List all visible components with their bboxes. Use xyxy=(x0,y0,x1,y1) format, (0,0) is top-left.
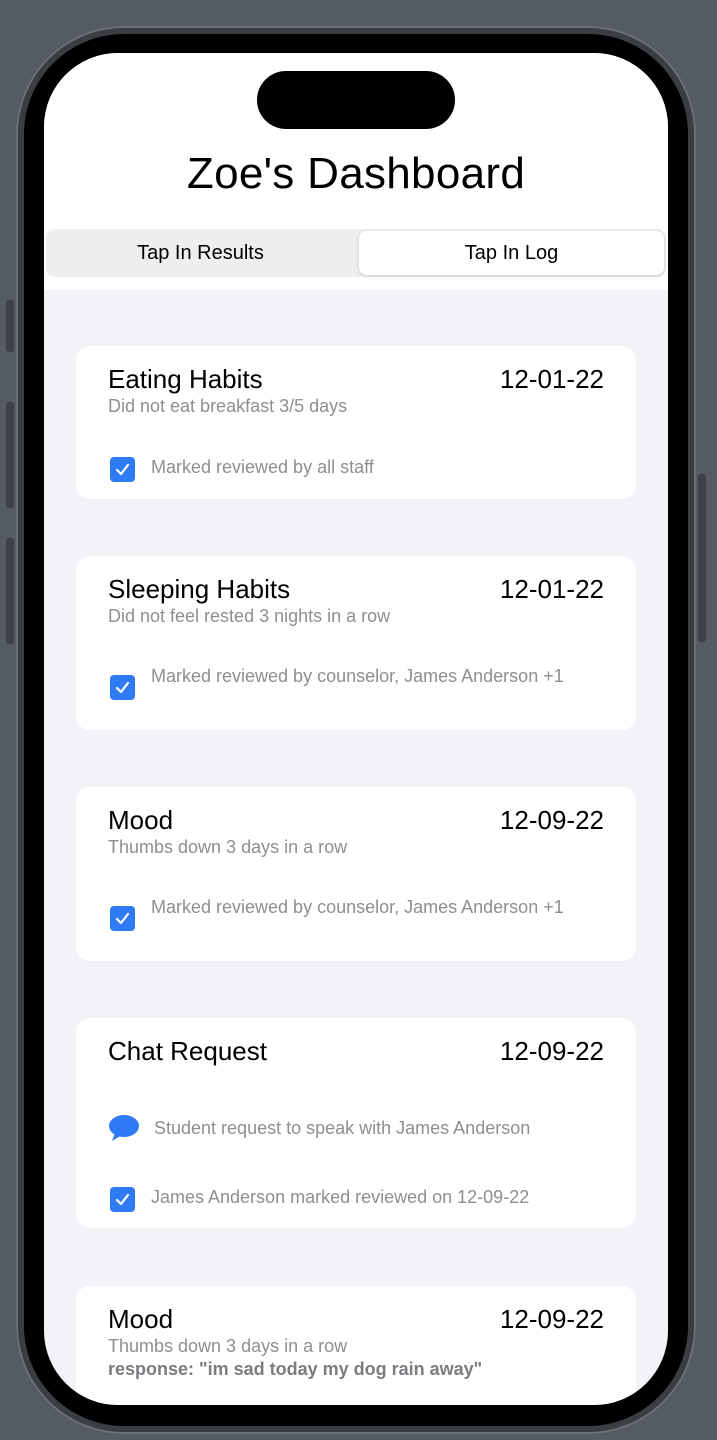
card-date: 12-01-22 xyxy=(499,574,604,604)
checkbox-checked-icon[interactable] xyxy=(110,457,135,482)
checkbox-checked-icon[interactable] xyxy=(110,1187,135,1212)
segmented-control: Tap In Results Tap In Log xyxy=(46,229,666,277)
card-subtitle: Thumbs down 3 days in a row xyxy=(108,837,348,857)
power-button xyxy=(698,474,706,642)
checkbox-checked-icon[interactable] xyxy=(110,675,135,700)
log-card[interactable]: Eating Habits 12-01-22 Did not eat break… xyxy=(76,346,636,499)
card-subtitle: Did not feel rested 3 nights in a row xyxy=(108,606,391,626)
log-card[interactable]: Sleeping Habits 12-01-22 Did not feel re… xyxy=(76,556,636,730)
checkbox-checked-icon[interactable] xyxy=(110,906,135,931)
log-card[interactable]: Mood 12-09-22 Thumbs down 3 days in a ro… xyxy=(76,1286,636,1405)
card-subtitle: Did not eat breakfast 3/5 days xyxy=(108,396,348,416)
student-response: response: "im sad today my dog rain away… xyxy=(108,1359,483,1379)
chat-request-card[interactable]: Chat Request 12-09-22 Student request to… xyxy=(76,1018,636,1228)
card-title: Mood xyxy=(108,1304,174,1334)
chat-row: Student request to speak with James Ande… xyxy=(108,1114,608,1142)
review-row: James Anderson marked reviewed on 12-09-… xyxy=(108,1185,608,1212)
card-date: 12-09-22 xyxy=(499,1304,604,1334)
tab-tap-in-results[interactable]: Tap In Results xyxy=(48,231,353,275)
review-row: Marked reviewed by all staff xyxy=(108,455,608,482)
log-card[interactable]: Mood 12-09-22 Thumbs down 3 days in a ro… xyxy=(76,787,636,961)
chat-request-text: Student request to speak with James Ande… xyxy=(154,1118,531,1138)
volume-up-button xyxy=(6,402,14,508)
tab-tap-in-log[interactable]: Tap In Log xyxy=(359,231,664,275)
card-title: Mood xyxy=(108,805,174,835)
review-text: Marked reviewed by counselor, James Ande… xyxy=(151,897,564,917)
screen: Zoe's Dashboard Tap In Results Tap In Lo… xyxy=(44,53,668,1405)
review-text: Marked reviewed by counselor, James Ande… xyxy=(151,666,564,686)
card-date: 12-09-22 xyxy=(499,1036,604,1066)
volume-down-button xyxy=(6,538,14,644)
card-subtitle: Thumbs down 3 days in a row xyxy=(108,1336,348,1356)
review-row: Marked reviewed by counselor, James Ande… xyxy=(108,895,608,931)
mute-switch xyxy=(6,300,14,352)
review-text: Marked reviewed by all staff xyxy=(151,457,374,477)
card-date: 12-09-22 xyxy=(499,805,604,835)
chat-bubble-icon xyxy=(109,1115,139,1141)
card-date: 12-01-22 xyxy=(499,364,604,394)
page-title: Zoe's Dashboard xyxy=(186,149,526,198)
review-row: Marked reviewed by counselor, James Ande… xyxy=(108,664,608,700)
card-title: Chat Request xyxy=(108,1036,267,1066)
review-text: James Anderson marked reviewed on 12-09-… xyxy=(151,1187,530,1207)
card-title: Sleeping Habits xyxy=(108,574,291,604)
dynamic-island xyxy=(257,71,455,129)
card-title: Eating Habits xyxy=(108,364,263,394)
